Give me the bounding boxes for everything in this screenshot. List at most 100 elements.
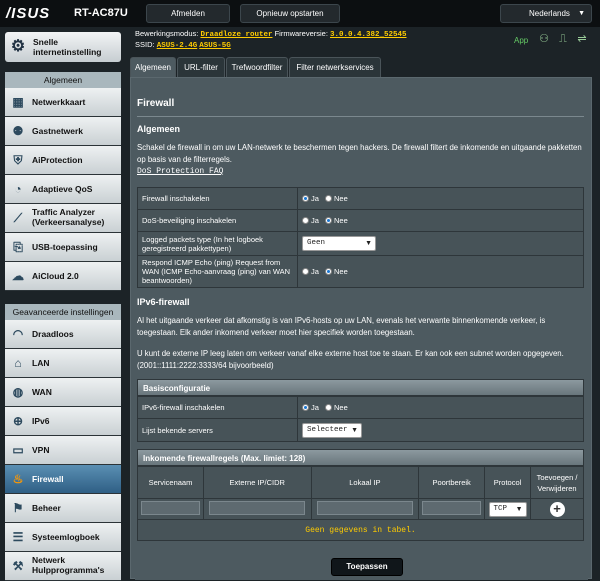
tab-keyword-filter[interactable]: Trefwoordfilter: [226, 57, 288, 77]
reboot-button[interactable]: Opnieuw opstarten: [240, 4, 340, 23]
quick-setup-label: Snelle internetinstelling: [33, 37, 102, 57]
local-ip-input[interactable]: [316, 501, 413, 515]
tools-icon: ⚒: [12, 559, 24, 573]
sidebar: ⚙ Snelle internetinstelling Algemeen ▦ Ne…: [0, 27, 130, 581]
sidebar-item-adaptive-qos[interactable]: ◔ Adaptieve QoS: [5, 175, 121, 204]
operation-mode-label: Bewerkingsmodus:: [135, 29, 199, 38]
sidebar-item-guest-network[interactable]: ⚉ Gastnetwerk: [5, 117, 121, 146]
service-name-cell: [137, 498, 204, 520]
tab-bar: Algemeen URL-filter Trefwoordfilter Filt…: [130, 53, 600, 77]
status-bar: Bewerkingsmodus: Draadloze router Firmwa…: [130, 27, 600, 53]
person-icon[interactable]: ⚇: [538, 33, 550, 45]
language-select[interactable]: Nederlands ▼: [500, 4, 592, 23]
icmp-no-radio[interactable]: [325, 267, 333, 275]
general-description: Schakel de firewall in om uw LAN-netwerk…: [137, 143, 582, 164]
yes-label: Ja: [311, 267, 319, 276]
divider: [137, 116, 584, 117]
port-range-input[interactable]: [422, 501, 481, 515]
sidebar-item-usb-application[interactable]: ⎘ USB-toepassing: [5, 233, 121, 262]
network-status-icon[interactable]: ⎍: [557, 33, 569, 45]
logged-packets-select[interactable]: Geen ▼: [302, 236, 376, 251]
icmp-yes-radio[interactable]: [302, 267, 309, 275]
sidebar-item-network-map[interactable]: ▦ Netwerkkaart: [5, 88, 121, 117]
dos-no-radio[interactable]: [325, 216, 333, 224]
sidebar-item-ipv6[interactable]: ⊕ IPv6: [5, 407, 121, 436]
operation-mode-link[interactable]: Draadloze router: [200, 31, 272, 39]
sidebar-item-wireless[interactable]: ◠ Draadloos: [5, 320, 121, 349]
protocol-select[interactable]: TCP ▼: [488, 501, 527, 517]
icmp-echo-label: Respond ICMP Echo (ping) Request from WA…: [137, 255, 298, 288]
firewall-enable-yes-radio[interactable]: [302, 194, 309, 202]
col-protocol: Protocol: [484, 466, 532, 499]
app-link[interactable]: App: [514, 36, 528, 45]
firewall-settings-table: Firewall inschakelen Ja Nee DoS-beveilig…: [137, 187, 584, 288]
sidebar-item-lan[interactable]: ⌂ LAN: [5, 349, 121, 378]
lan-icon: ⌂: [14, 356, 22, 370]
general-menu: ▦ Netwerkkaart ⚉ Gastnetwerk ⛨ AiProtection…: [5, 88, 121, 291]
vpn-icon: ▭: [12, 443, 24, 457]
logout-button[interactable]: Afmelden: [146, 4, 230, 23]
icmp-echo-options: Ja Nee: [297, 255, 584, 288]
tab-url-filter[interactable]: URL-filter: [177, 57, 225, 77]
dos-yes-radio[interactable]: [302, 216, 309, 224]
sidebar-item-traffic-analyzer[interactable]: ⟋ Traffic Analyzer (Verkeersanalyse): [5, 204, 121, 233]
sidebar-item-aicloud[interactable]: ☁ AiCloud 2.0: [5, 262, 121, 291]
known-servers-select[interactable]: Selecteer ▼: [302, 422, 362, 438]
shield-icon: ⛨: [13, 153, 23, 167]
general-section-header: Algemeen: [5, 72, 121, 88]
firewall-enable-no-radio[interactable]: [325, 194, 333, 202]
chevron-down-icon: ▼: [515, 505, 523, 513]
traffic-icon: ⟋: [13, 211, 23, 225]
ipv6-no-radio[interactable]: [325, 403, 333, 411]
col-add-delete: Toevoegen / Verwijderen: [530, 466, 584, 499]
sidebar-item-aiprotection[interactable]: ⛨ AiProtection: [5, 146, 121, 175]
remote-ip-cell: [202, 498, 312, 520]
empty-table-message: Geen gegevens in tabel.: [305, 526, 416, 535]
tab-network-services-filter[interactable]: Filter netwerkservices: [289, 57, 381, 77]
port-range-cell: [418, 498, 486, 520]
service-name-input[interactable]: [141, 501, 200, 515]
local-ip-cell: [310, 498, 420, 520]
firewall-enable-label: Firewall inschakelen: [137, 187, 298, 210]
firewall-content: Firewall Algemeen Schakel de firewall in…: [135, 82, 588, 580]
language-value: Nederlands: [529, 9, 570, 18]
col-remote-ip: Externe IP/CIDR: [202, 466, 312, 499]
globe-icon: ◍: [12, 385, 24, 399]
usb-status-icon[interactable]: ⇌: [576, 33, 588, 45]
quick-setup-button[interactable]: ⚙ Snelle internetinstelling: [5, 32, 121, 62]
known-servers-label: Lijst bekende servers: [137, 418, 298, 442]
main-panel: Firewall Algemeen Schakel de firewall in…: [130, 77, 592, 580]
yes-label: Ja: [311, 216, 319, 225]
yes-label: Ja: [311, 194, 319, 203]
ssid-label: SSID:: [135, 40, 155, 49]
add-rule-icon[interactable]: +: [549, 501, 565, 517]
network-map-icon: ▦: [12, 95, 24, 109]
usb-icon: ⎘: [13, 240, 23, 254]
firmware-link[interactable]: 3.0.0.4.382_52545: [330, 31, 407, 39]
sidebar-item-firewall[interactable]: ♨ Firewall: [5, 465, 121, 494]
col-port-range: Poortbereik: [418, 466, 486, 499]
apply-button[interactable]: Toepassen: [331, 558, 403, 576]
tab-general[interactable]: Algemeen: [130, 57, 176, 77]
ipv6-description-2: U kunt de externe IP leeg laten om verke…: [137, 349, 564, 370]
ipv6-yes-radio[interactable]: [302, 403, 309, 411]
general-title: Algemeen: [137, 124, 181, 134]
sidebar-item-system-log[interactable]: ☰ Systeemlogboek: [5, 523, 121, 552]
ipv6-basic-table: IPv6-firewall inschakelen Ja Nee Lijst b…: [137, 396, 584, 442]
chevron-down-icon: ▼: [365, 240, 372, 247]
remote-ip-input[interactable]: [209, 501, 306, 515]
ssid-5g[interactable]: ASUS-5G: [199, 42, 231, 50]
quick-setup-icon: ⚙: [10, 38, 26, 55]
sidebar-item-network-tools[interactable]: ⚒ Netwerk Hulpprogramma's: [5, 552, 121, 581]
ssid-24g[interactable]: ASUS-2.4G: [157, 42, 198, 50]
sidebar-item-vpn[interactable]: ▭ VPN: [5, 436, 121, 465]
protocol-value: TCP: [493, 504, 508, 513]
sidebar-item-administration[interactable]: ⚑ Beheer: [5, 494, 121, 523]
admin-icon: ⚑: [12, 501, 24, 515]
logged-packets-value: Geen: [307, 239, 326, 247]
firmware-label: Firmwareversie:: [274, 29, 328, 38]
col-service-name: Servicenaam: [137, 466, 204, 499]
dos-faq-link[interactable]: DoS Protection FAQ: [137, 167, 223, 176]
sidebar-item-wan[interactable]: ◍ WAN: [5, 378, 121, 407]
no-label: Nee: [334, 194, 348, 203]
